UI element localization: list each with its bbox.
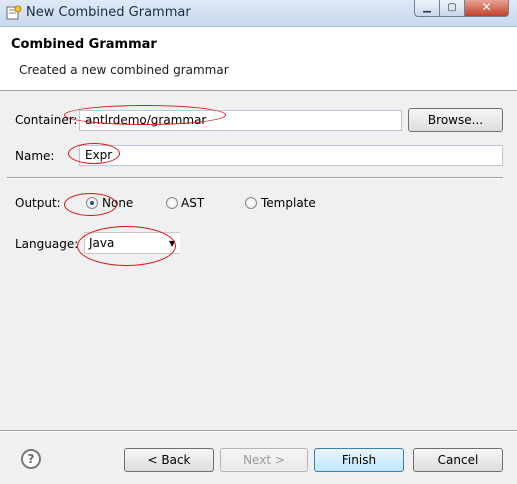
page-title: Combined Grammar	[11, 37, 157, 52]
output-label: Output:	[15, 196, 61, 210]
output-option-ast[interactable]: AST	[166, 196, 216, 211]
output-option-none[interactable]: None	[86, 196, 146, 211]
window-title-bar[interactable]: New Combined Grammar ▁ ▢ ✕	[0, 0, 517, 27]
help-icon[interactable]: ?	[21, 449, 41, 469]
next-button[interactable]: Next >	[220, 448, 308, 472]
radio-template[interactable]	[245, 197, 257, 209]
name-field[interactable]: Expr	[79, 145, 503, 166]
maximize-button[interactable]: ▢	[439, 0, 465, 17]
browse-button[interactable]: Browse...	[408, 108, 503, 132]
output-option-template[interactable]: Template	[245, 196, 325, 211]
chevron-down-icon: ▼	[169, 239, 176, 248]
page-description: Created a new combined grammar	[19, 63, 229, 77]
language-label: Language:	[15, 237, 79, 251]
radio-template-label: Template	[261, 196, 316, 210]
window-title: New Combined Grammar	[26, 5, 191, 20]
radio-ast-label: AST	[181, 196, 205, 210]
language-dropdown[interactable]: Java ▼	[84, 232, 180, 254]
back-button[interactable]: < Back	[124, 448, 214, 472]
minimize-button[interactable]: ▁	[414, 0, 440, 17]
container-field[interactable]: antlrdemo/grammar	[79, 110, 402, 131]
language-value: Java	[89, 236, 115, 250]
radio-ast[interactable]	[166, 197, 178, 209]
cancel-button[interactable]: Cancel	[413, 448, 503, 472]
wizard-content: Container: antlrdemo/grammar Browse... N…	[0, 91, 517, 484]
finish-button[interactable]: Finish	[314, 448, 404, 472]
radio-none-label: None	[102, 196, 134, 210]
footer-separator	[0, 430, 517, 432]
separator	[7, 177, 503, 179]
eclipse-wizard-icon	[6, 5, 22, 20]
close-button[interactable]: ✕	[464, 0, 509, 17]
container-label: Container:	[15, 113, 78, 127]
wizard-header: Combined Grammar Created a new combined …	[0, 27, 517, 91]
radio-none[interactable]	[86, 197, 98, 209]
name-label: Name:	[15, 149, 55, 163]
